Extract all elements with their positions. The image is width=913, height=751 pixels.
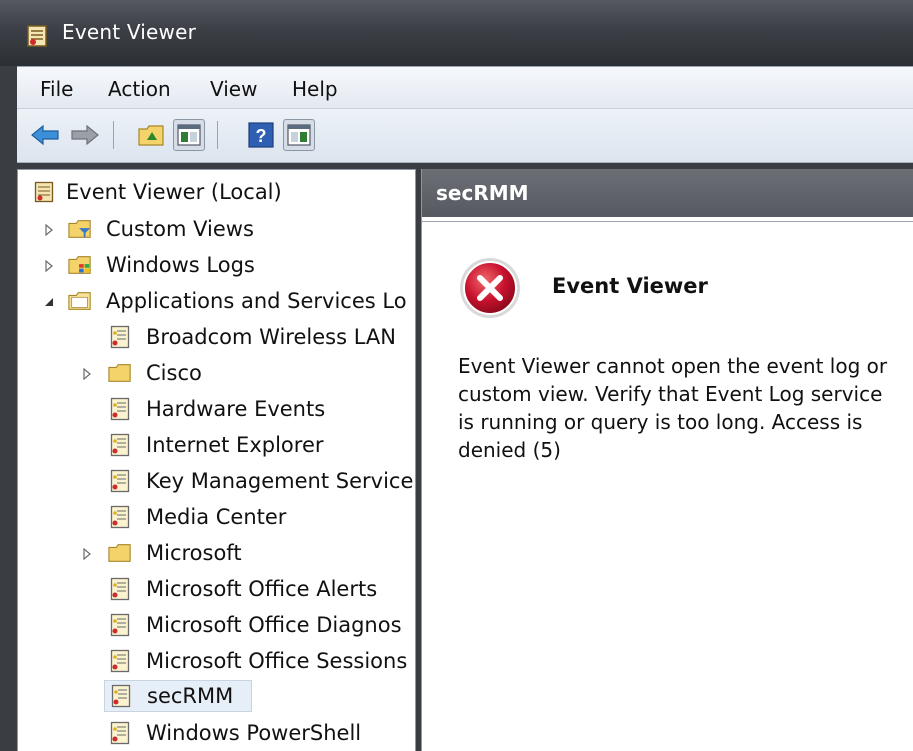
expand-arrow-icon[interactable] — [42, 223, 56, 237]
collapse-arrow-icon[interactable] — [42, 295, 56, 309]
tree-item-broadcom-wireless-lan[interactable]: Broadcom Wireless LAN — [108, 321, 396, 353]
toolbar: ? — [17, 108, 913, 163]
tree-item-microsoft[interactable]: Microsoft — [108, 537, 242, 569]
up-folder-icon[interactable] — [135, 119, 167, 151]
toolbar-separator — [113, 121, 114, 149]
event-log-icon — [108, 468, 132, 494]
event-log-icon — [108, 612, 132, 638]
error-panel: Event Viewer Event Viewer cannot open th… — [422, 221, 913, 751]
event-log-icon — [108, 720, 132, 746]
tree-item-label: Microsoft Office Sessions — [146, 649, 408, 673]
tree-item-label: Hardware Events — [146, 397, 326, 421]
tree-item-label: Internet Explorer — [146, 433, 324, 457]
tree-item-label: Key Management Service — [146, 469, 414, 493]
event-log-icon — [109, 683, 133, 709]
expand-arrow-icon[interactable] — [42, 259, 56, 273]
tree-item-event-viewer-local[interactable]: Event Viewer (Local) — [32, 176, 282, 208]
tree-item-label: Applications and Services Lo — [106, 289, 407, 313]
tree-item-windows-powershell[interactable]: Windows PowerShell — [108, 717, 361, 749]
event-log-icon — [108, 432, 132, 458]
event-viewer-window: Event Viewer File Action View Help ? Eve… — [0, 0, 913, 751]
toolbar-separator — [217, 121, 218, 149]
tree-item-label: Cisco — [146, 361, 202, 385]
filter-folder-icon — [68, 216, 92, 242]
event-log-icon — [108, 324, 132, 350]
tree-item-key-management-service[interactable]: Key Management Service — [108, 465, 413, 497]
open-folder-icon — [68, 288, 92, 314]
menu-bar: File Action View Help — [17, 66, 913, 109]
results-pane: secRMM Event Viewer Event Viewer cannot … — [421, 169, 913, 751]
tree-item-label: Broadcom Wireless LAN — [146, 325, 396, 349]
show-hide-action-pane-icon[interactable] — [283, 119, 315, 151]
pane-header-title: secRMM — [436, 181, 529, 205]
menu-action[interactable]: Action — [108, 77, 171, 101]
tree-item-label: Microsoft Office Alerts — [146, 577, 378, 601]
tree-item-label: Windows PowerShell — [146, 721, 362, 745]
error-icon — [458, 256, 522, 324]
expand-arrow-icon[interactable] — [80, 547, 94, 561]
tree-item-windows-logs[interactable]: Windows Logs — [68, 249, 255, 281]
tree-item-label: Windows Logs — [106, 253, 255, 277]
title-bar[interactable]: Event Viewer — [0, 0, 913, 66]
event-log-icon — [108, 576, 132, 602]
event-log-icon — [108, 504, 132, 530]
tree-item-hardware-events[interactable]: Hardware Events — [108, 393, 325, 425]
tree-item-cisco[interactable]: Cisco — [108, 357, 202, 389]
folder-icon — [108, 540, 132, 566]
tree-item-label: Microsoft Office Diagnos — [146, 613, 402, 637]
tree-item-microsoft-office-sessions[interactable]: Microsoft Office Sessions — [108, 645, 407, 677]
tree-item-media-center[interactable]: Media Center — [108, 501, 286, 533]
help-icon[interactable]: ? — [245, 119, 277, 151]
pane-header: secRMM — [422, 169, 913, 217]
error-message: Event Viewer cannot open the event log o… — [458, 354, 888, 462]
back-arrow-icon[interactable] — [29, 119, 61, 151]
tree-item-microsoft-office-alerts[interactable]: Microsoft Office Alerts — [108, 573, 377, 605]
tree-item-secrmm[interactable]: secRMM — [104, 680, 252, 712]
tree-item-custom-views[interactable]: Custom Views — [68, 213, 254, 245]
svg-text:?: ? — [256, 126, 267, 146]
tree-item-label: secRMM — [147, 684, 234, 708]
menu-file[interactable]: File — [40, 77, 73, 101]
menu-view[interactable]: View — [210, 77, 257, 101]
tree-item-label: Media Center — [146, 505, 287, 529]
event-log-icon — [108, 648, 132, 674]
tree-item-microsoft-office-diagnostics[interactable]: Microsoft Office Diagnos — [108, 609, 402, 641]
error-title: Event Viewer — [552, 274, 708, 298]
forward-arrow-icon[interactable] — [69, 119, 101, 151]
console-tree[interactable]: Event Viewer (Local) Custom Views Window… — [17, 169, 416, 751]
menu-help[interactable]: Help — [292, 77, 338, 101]
folder-icon — [108, 360, 132, 386]
tree-item-applications-services-logs[interactable]: Applications and Services Lo — [68, 285, 407, 317]
tree-item-label: Custom Views — [106, 217, 254, 241]
event-log-icon — [108, 396, 132, 422]
expand-arrow-icon[interactable] — [80, 367, 94, 381]
windows-folder-icon — [68, 252, 92, 278]
show-hide-tree-icon[interactable] — [173, 119, 205, 151]
tree-item-label: Microsoft — [146, 541, 242, 565]
event-log-icon — [32, 179, 56, 205]
tree-item-label: Event Viewer (Local) — [66, 180, 282, 204]
window-title: Event Viewer — [62, 20, 197, 44]
event-viewer-app-icon — [26, 24, 48, 52]
tree-item-internet-explorer[interactable]: Internet Explorer — [108, 429, 324, 461]
